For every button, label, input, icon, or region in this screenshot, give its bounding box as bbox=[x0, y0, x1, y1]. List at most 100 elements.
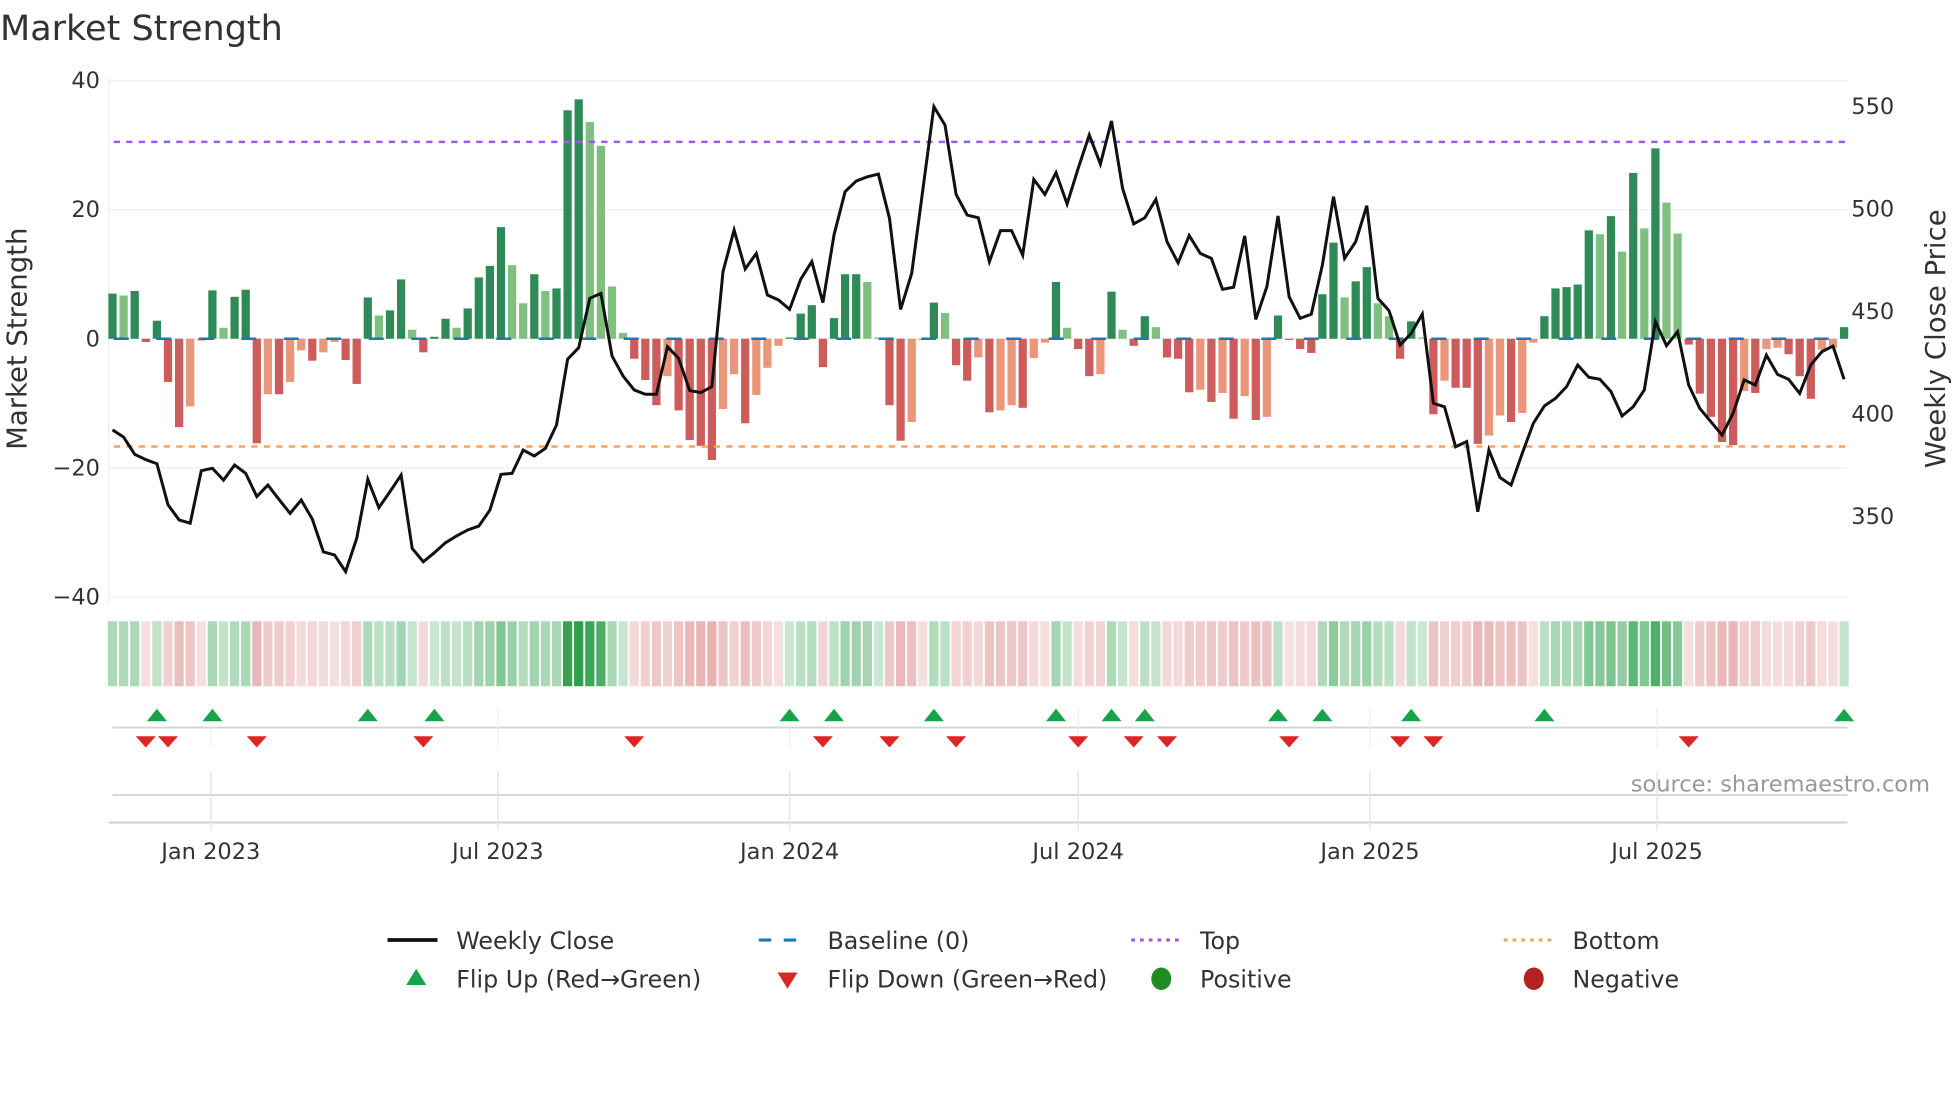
strength-bars bbox=[108, 99, 1849, 461]
flip-up-marker bbox=[424, 708, 445, 722]
flip-down-marker bbox=[1279, 736, 1300, 748]
heat-cell bbox=[773, 621, 784, 687]
flip-down-marker bbox=[879, 736, 900, 748]
strength-bar bbox=[1373, 303, 1383, 339]
heat-cell bbox=[1240, 621, 1250, 687]
strength-bar bbox=[974, 338, 983, 358]
strength-bar bbox=[1662, 202, 1671, 339]
strength-bar bbox=[796, 313, 805, 339]
strength-bar bbox=[1695, 338, 1704, 394]
heat-cell bbox=[463, 621, 473, 687]
heat-cell bbox=[1129, 621, 1139, 687]
strength-bar bbox=[1762, 338, 1771, 350]
strength-bar bbox=[1096, 338, 1105, 375]
heat-cell bbox=[696, 621, 706, 687]
heat-cell bbox=[1484, 621, 1494, 687]
flip-down-marker bbox=[1068, 736, 1089, 748]
strength-bar bbox=[1518, 338, 1527, 413]
strength-bar bbox=[1251, 338, 1260, 421]
strength-bar bbox=[1307, 338, 1316, 353]
strength-bar bbox=[1218, 338, 1227, 393]
heat-cell bbox=[429, 621, 440, 687]
heat-cell bbox=[940, 621, 950, 687]
heat-cell bbox=[263, 621, 273, 687]
heat-cell bbox=[329, 621, 340, 687]
strength-bar bbox=[641, 338, 650, 381]
heat-cell bbox=[107, 621, 118, 687]
heat-cell bbox=[1639, 621, 1649, 687]
flip-up-marker bbox=[1134, 708, 1155, 722]
heat-cell bbox=[407, 621, 417, 687]
heat-cell bbox=[1628, 621, 1638, 687]
y2-tick-label: 400 bbox=[1851, 401, 1894, 427]
heat-cell bbox=[1228, 621, 1239, 687]
strength-bar bbox=[829, 318, 839, 339]
heat-cell bbox=[1273, 621, 1283, 687]
heat-cell bbox=[1495, 621, 1505, 687]
strength-bar bbox=[274, 338, 284, 395]
strength-bar bbox=[1085, 338, 1094, 377]
heat-cell bbox=[1439, 621, 1450, 687]
strength-bar bbox=[1673, 233, 1682, 339]
heat-cell bbox=[1328, 621, 1339, 687]
y-axis-label: Market Strength bbox=[1, 228, 33, 450]
heat-cell bbox=[196, 621, 206, 687]
strength-bar bbox=[119, 295, 128, 339]
strength-bar bbox=[1617, 251, 1627, 339]
heat-cell bbox=[1695, 621, 1705, 687]
strength-bar bbox=[252, 338, 261, 444]
heat-cell bbox=[1473, 621, 1483, 687]
heat-cell bbox=[207, 621, 218, 687]
heat-cell bbox=[629, 621, 639, 687]
strength-bar bbox=[552, 288, 561, 339]
legend-label: Negative bbox=[1573, 966, 1680, 994]
flip-up-marker bbox=[357, 708, 378, 722]
y-tick-label: 20 bbox=[71, 197, 100, 223]
strength-bar bbox=[163, 338, 173, 382]
heat-cell bbox=[1417, 621, 1427, 687]
heat-cell bbox=[1095, 621, 1106, 687]
legend-label: Flip Down (Green→Red) bbox=[828, 966, 1108, 994]
heat-cell bbox=[551, 621, 562, 687]
flip-up-marker bbox=[1101, 708, 1122, 722]
flip-down-marker bbox=[413, 736, 434, 748]
flip-up-marker bbox=[779, 708, 800, 722]
strength-bar bbox=[1051, 281, 1061, 339]
strength-bar bbox=[285, 338, 295, 382]
heat-cell bbox=[451, 621, 462, 687]
flip-up-marker bbox=[1534, 708, 1555, 722]
flip-down-marker bbox=[624, 736, 645, 748]
heat-cell bbox=[1772, 621, 1783, 687]
strength-bar bbox=[1118, 329, 1127, 339]
heat-cell bbox=[1362, 621, 1372, 687]
strength-bar bbox=[186, 338, 195, 407]
heat-cell bbox=[518, 621, 528, 687]
strength-bar bbox=[463, 308, 472, 339]
heat-cell bbox=[185, 621, 195, 687]
strength-bar bbox=[1284, 338, 1294, 341]
flip-up-marker bbox=[1046, 708, 1066, 722]
strength-bar bbox=[297, 338, 306, 351]
chart-title: Market Strength bbox=[0, 9, 283, 49]
heat-cell bbox=[1761, 621, 1772, 687]
strength-bar bbox=[1029, 338, 1038, 359]
strength-bar bbox=[996, 338, 1005, 411]
strength-bar bbox=[1473, 338, 1482, 444]
flip-markers-panel bbox=[108, 708, 1855, 831]
strength-bar bbox=[1196, 338, 1205, 390]
heat-cell bbox=[1217, 621, 1228, 687]
heat-cell bbox=[1539, 621, 1550, 687]
strength-bar bbox=[152, 320, 162, 339]
heat-cell bbox=[873, 621, 884, 687]
heat-cell bbox=[673, 621, 684, 687]
strength-bar bbox=[341, 338, 350, 361]
heat-cell bbox=[1573, 621, 1583, 687]
heat-cell bbox=[984, 621, 995, 687]
strength-bar bbox=[1151, 327, 1161, 339]
heat-cell bbox=[607, 621, 617, 687]
heat-cell bbox=[296, 621, 306, 687]
heat-cell bbox=[285, 621, 295, 687]
strength-bar bbox=[1207, 338, 1216, 402]
heat-cell bbox=[951, 621, 961, 687]
legend-label: Weekly Close bbox=[456, 927, 614, 955]
